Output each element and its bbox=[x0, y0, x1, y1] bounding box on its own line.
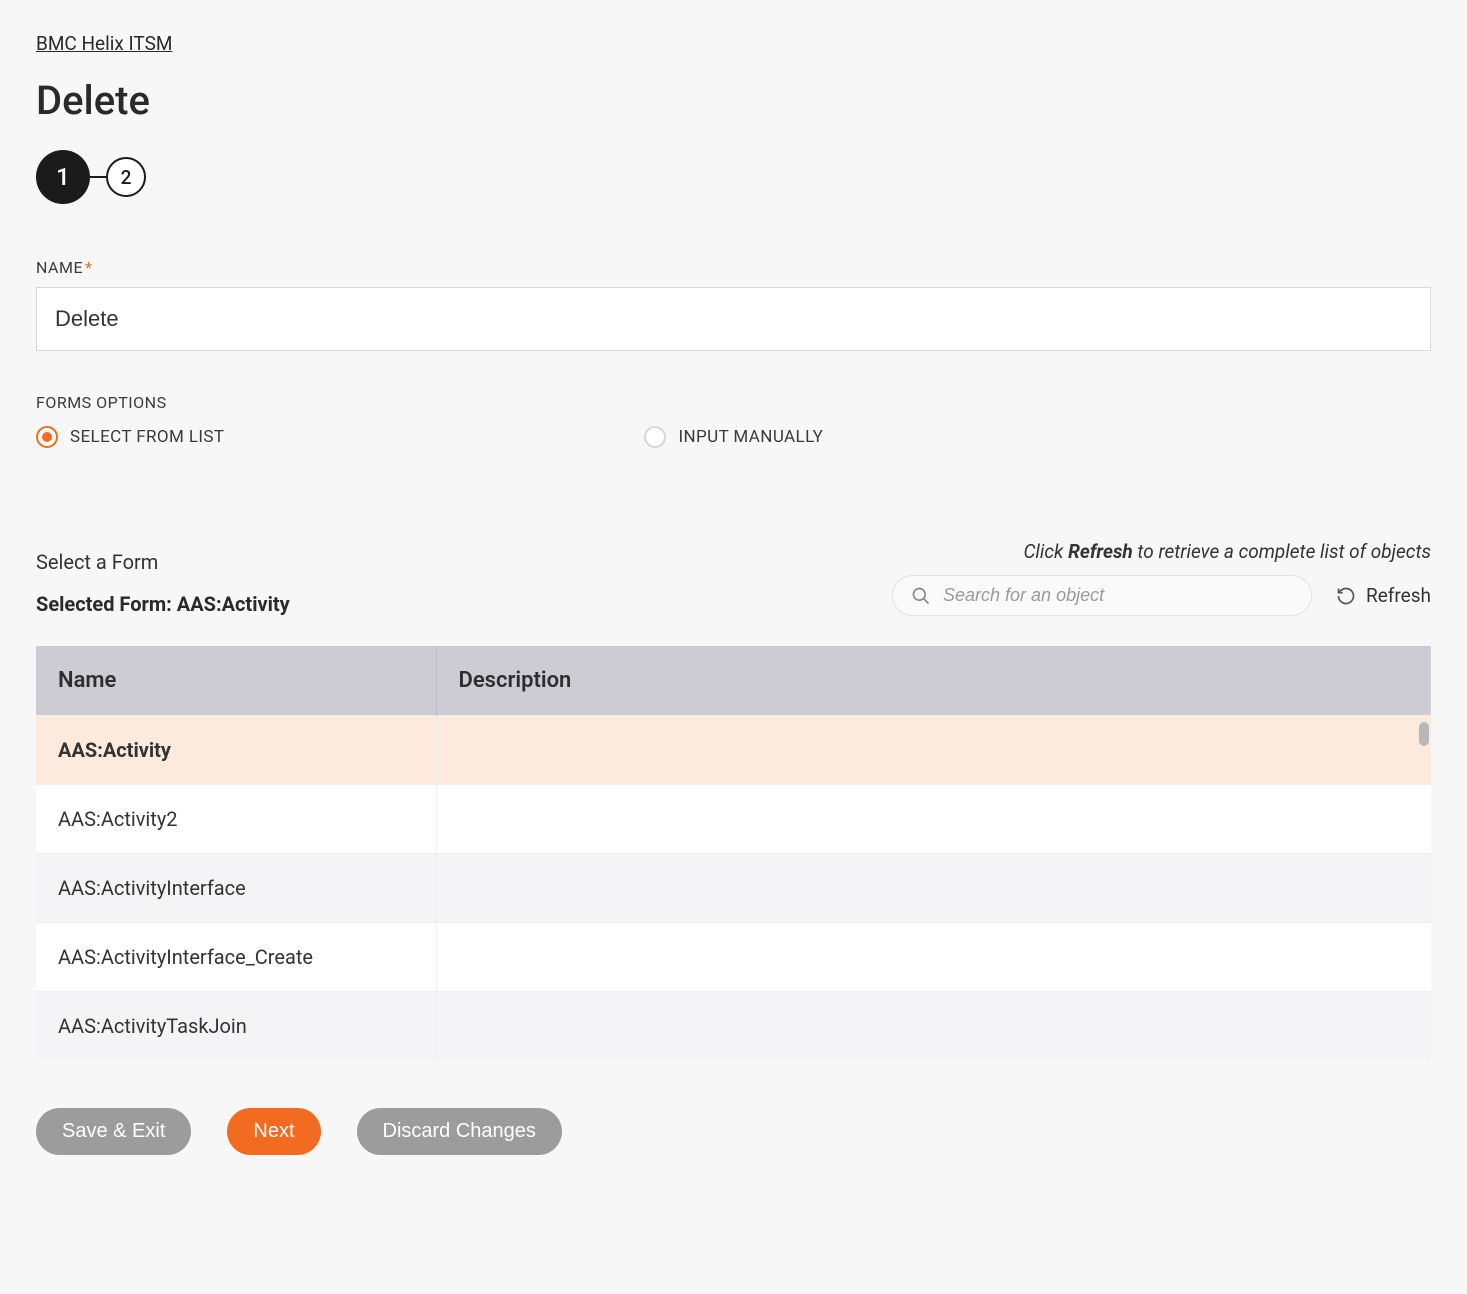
radio-icon bbox=[644, 426, 666, 448]
search-icon bbox=[911, 586, 931, 606]
cell-name: AAS:Activity bbox=[36, 716, 436, 785]
radio-label: SELECT FROM LIST bbox=[70, 427, 224, 447]
stepper: 1 2 bbox=[36, 150, 1431, 204]
step-2[interactable]: 2 bbox=[106, 157, 146, 197]
forms-table: Name Description AAS:ActivityAAS:Activit… bbox=[36, 646, 1431, 1060]
radio-input-manually[interactable]: INPUT MANUALLY bbox=[644, 426, 823, 448]
table-row[interactable]: AAS:Activity2 bbox=[36, 785, 1431, 854]
cell-description bbox=[436, 923, 1431, 992]
cell-description bbox=[436, 992, 1431, 1061]
selected-form-value: AAS:Activity bbox=[177, 592, 290, 616]
name-input[interactable] bbox=[36, 287, 1431, 351]
cell-description bbox=[436, 785, 1431, 854]
radio-label: INPUT MANUALLY bbox=[678, 427, 823, 447]
refresh-button[interactable]: Refresh bbox=[1336, 584, 1431, 607]
page-title: Delete bbox=[36, 77, 1431, 124]
name-label-text: NAME bbox=[36, 258, 83, 277]
select-form-label: Select a Form bbox=[36, 550, 290, 574]
hint-suffix: to retrieve a complete list of objects bbox=[1133, 540, 1431, 563]
name-label: NAME* bbox=[36, 258, 1431, 277]
hint-bold: Refresh bbox=[1068, 540, 1133, 563]
refresh-icon bbox=[1336, 586, 1356, 606]
save-exit-button[interactable]: Save & Exit bbox=[36, 1108, 191, 1155]
table-row[interactable]: AAS:Activity bbox=[36, 716, 1431, 785]
table-row[interactable]: AAS:ActivityInterface_Create bbox=[36, 923, 1431, 992]
search-input[interactable] bbox=[941, 584, 1293, 607]
discard-button[interactable]: Discard Changes bbox=[357, 1108, 562, 1155]
refresh-label: Refresh bbox=[1366, 584, 1431, 607]
refresh-hint: Click Refresh to retrieve a complete lis… bbox=[1023, 540, 1431, 563]
cell-description bbox=[436, 716, 1431, 785]
step-1[interactable]: 1 bbox=[36, 150, 90, 204]
cell-name: AAS:ActivityInterface_Create bbox=[36, 923, 436, 992]
col-header-name[interactable]: Name bbox=[36, 646, 436, 716]
cell-name: AAS:ActivityInterface bbox=[36, 854, 436, 923]
table-row[interactable]: AAS:ActivityTaskJoin bbox=[36, 992, 1431, 1061]
required-mark: * bbox=[85, 258, 92, 277]
selected-form-prefix: Selected Form: bbox=[36, 592, 177, 616]
col-header-description[interactable]: Description bbox=[436, 646, 1431, 716]
hint-prefix: Click bbox=[1023, 540, 1068, 563]
scrollbar[interactable] bbox=[1419, 722, 1429, 746]
cell-description bbox=[436, 854, 1431, 923]
forms-options-label: FORMS OPTIONS bbox=[36, 393, 1431, 412]
selected-form: Selected Form: AAS:Activity bbox=[36, 592, 290, 616]
search-wrap[interactable] bbox=[892, 575, 1312, 616]
cell-name: AAS:Activity2 bbox=[36, 785, 436, 854]
breadcrumb-link[interactable]: BMC Helix ITSM bbox=[36, 32, 172, 55]
radio-icon bbox=[36, 426, 58, 448]
next-button[interactable]: Next bbox=[227, 1108, 320, 1155]
table-row[interactable]: AAS:ActivityInterface bbox=[36, 854, 1431, 923]
step-connector bbox=[90, 176, 106, 178]
cell-name: AAS:ActivityTaskJoin bbox=[36, 992, 436, 1061]
radio-select-from-list[interactable]: SELECT FROM LIST bbox=[36, 426, 224, 448]
